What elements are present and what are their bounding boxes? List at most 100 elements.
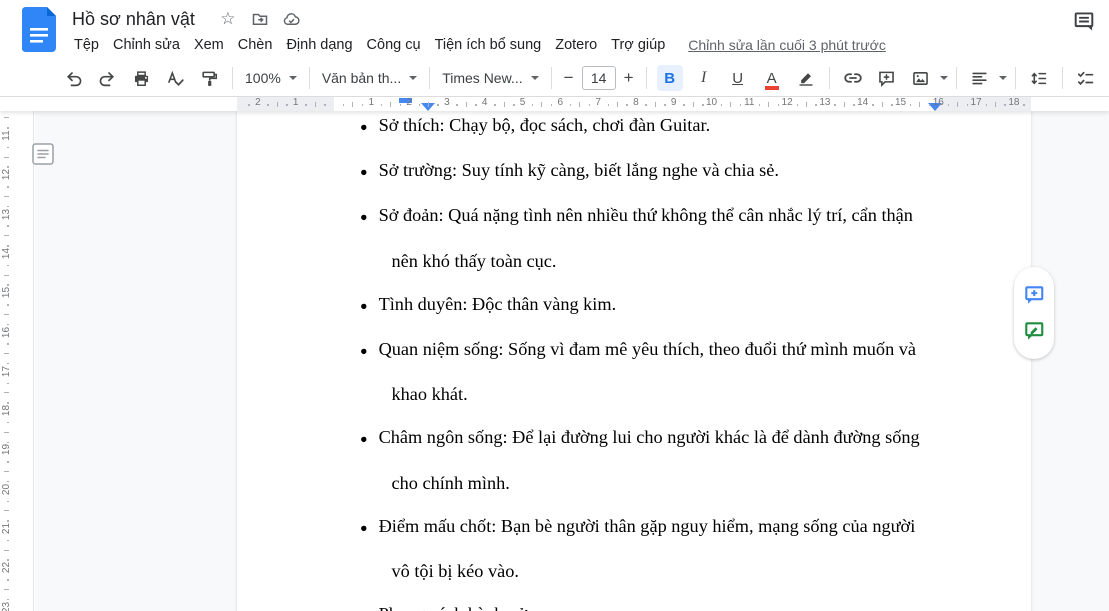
ruler-tick — [7, 166, 9, 168]
ruler-tick — [608, 104, 610, 106]
ruler-tick — [683, 104, 685, 106]
doc-line[interactable]: ●Tình duyên: Độc thân vàng kim. — [333, 283, 991, 328]
ruler-tick — [957, 102, 958, 107]
move-folder-icon[interactable] — [247, 8, 273, 30]
doc-text: Sở thích: Chạy bộ, đọc sách, chơi đàn Gu… — [379, 115, 711, 135]
document-title[interactable]: Hồ sơ nhân vật — [72, 9, 195, 30]
menu-item[interactable]: Xem — [187, 35, 231, 55]
ruler-number: 15 — [895, 97, 907, 108]
ruler-tick — [428, 102, 429, 107]
undo-button[interactable] — [60, 65, 86, 91]
doc-text: vô tội bị kéo vào. — [392, 561, 519, 581]
doc-line[interactable]: ●Sở trường: Suy tính kỹ càng, biết lắng … — [333, 149, 991, 194]
ruler-tick — [7, 127, 9, 129]
doc-line[interactable]: cho chính mình. — [333, 462, 991, 505]
last-edited-link[interactable]: Chỉnh sửa lần cuối 3 phút trước — [688, 37, 886, 53]
doc-content[interactable]: ● Sở thích: Chạy bộ, đọc sách, chơi đàn G… — [333, 104, 991, 611]
menu-item[interactable]: Tệp — [67, 35, 106, 55]
zoom-select[interactable]: 100% — [239, 67, 303, 89]
cloud-saved-icon[interactable] — [279, 8, 305, 30]
ruler-number: 10 — [706, 97, 718, 108]
spellcheck-button[interactable] — [162, 65, 188, 91]
ruler-tick — [7, 186, 9, 188]
menu-item[interactable]: Công cụ — [360, 35, 428, 55]
ruler-tick — [967, 104, 969, 106]
bullet-icon: ● — [360, 165, 368, 179]
ruler-tick — [456, 104, 458, 106]
ruler-number: 4 — [479, 97, 491, 108]
ruler-tick — [806, 102, 807, 107]
ruler-number: 1 — [365, 97, 377, 108]
google-docs-logo-icon[interactable] — [22, 7, 56, 53]
bullet-icon: ● — [360, 344, 368, 358]
google-docs-window: Hồ sơ nhân vật ☆ TệpChỉnh sửaXemChènĐịnh… — [0, 0, 1109, 611]
ruler-number: 11 — [743, 97, 755, 108]
align-dropdown[interactable] — [999, 76, 1007, 80]
ruler-tick — [778, 104, 780, 106]
ruler-tick — [4, 392, 9, 393]
paint-format-button[interactable] — [196, 65, 222, 91]
doc-line[interactable]: ●Châm ngôn sống: Để lại đường lui cho ng… — [333, 416, 991, 461]
ruler-tick — [532, 104, 534, 106]
increase-font-size-button[interactable]: + — [618, 68, 640, 88]
doc-line[interactable]: ●Sở đoản: Quá nặng tình nên nhiều thứ kh… — [333, 194, 991, 239]
ruler-tick — [7, 383, 9, 385]
insert-link-button[interactable] — [840, 65, 866, 91]
chevron-down-icon — [289, 76, 297, 80]
menu-item[interactable]: Chỉnh sửa — [106, 35, 187, 55]
suggest-edits-icon[interactable] — [1023, 320, 1045, 342]
doc-line[interactable]: ●Điểm mấu chốt: Bạn bè người thân gặp ng… — [333, 505, 991, 550]
ruler-tick — [891, 104, 893, 106]
doc-line[interactable]: khao khát. — [333, 373, 991, 416]
menu-item[interactable]: Tiện ích bổ sung — [428, 35, 549, 55]
print-button[interactable] — [128, 65, 154, 91]
highlight-color-button[interactable] — [793, 65, 819, 91]
ruler-tick — [7, 245, 9, 247]
doc-line[interactable]: ●Quan niệm sống: Sống vì đam mê yêu thíc… — [333, 328, 991, 373]
ruler-tick — [7, 206, 9, 208]
font-size-input[interactable]: 14 — [582, 66, 616, 90]
doc-line[interactable]: vô tội bị kéo vào. — [333, 550, 991, 593]
ruler-number: 12 — [781, 97, 793, 108]
decrease-font-size-button[interactable]: − — [558, 68, 580, 88]
ruler-tick — [7, 501, 9, 503]
ruler-tick — [844, 102, 845, 107]
line-spacing-button[interactable] — [1026, 65, 1052, 91]
redo-button[interactable] — [94, 65, 120, 91]
menu-item[interactable]: Chèn — [231, 35, 280, 55]
text-color-button[interactable]: A — [759, 65, 785, 91]
ruler-tick — [475, 104, 477, 106]
underline-button[interactable]: U — [725, 65, 751, 91]
bold-button[interactable]: B — [657, 65, 683, 91]
ruler-tick — [343, 104, 345, 106]
ruler-tick — [4, 471, 9, 472]
add-comment-button[interactable] — [874, 65, 900, 91]
insert-image-dropdown[interactable] — [940, 76, 948, 80]
menu-item[interactable]: Định dạng — [279, 35, 359, 55]
font-family-select[interactable]: Times New... — [436, 67, 544, 89]
document-outline-icon[interactable] — [30, 141, 56, 167]
doc-line[interactable]: ●Phong cách hành xử: — [333, 593, 991, 611]
ruler-number: 7 — [592, 97, 604, 108]
ruler-tick — [948, 104, 950, 106]
ruler-tick — [693, 102, 694, 107]
open-comments-icon[interactable] — [1071, 8, 1097, 34]
insert-image-button[interactable] — [908, 65, 934, 91]
doc-text: Điểm mấu chốt: Bạn bè người thân gặp ngu… — [379, 516, 916, 536]
toolbar-separator — [1062, 67, 1063, 89]
ruler-tick — [7, 481, 9, 483]
doc-line[interactable]: nên khó thấy toàn cục. — [333, 240, 991, 283]
paragraph-style-select[interactable]: Văn bản th... — [316, 67, 423, 89]
menu-item[interactable]: Trợ giúp — [604, 35, 672, 55]
toolbar: 100% Văn bản th... Times New... − 14 + B… — [0, 60, 1109, 97]
star-icon[interactable]: ☆ — [215, 8, 241, 30]
italic-button[interactable]: I — [691, 65, 717, 91]
align-button[interactable] — [967, 65, 993, 91]
checklist-button[interactable] — [1073, 65, 1099, 91]
doc-text: cho chính mình. — [392, 473, 510, 493]
add-comment-float-icon[interactable] — [1023, 284, 1045, 306]
toolbar-separator — [646, 67, 647, 89]
menu-bar: TệpChỉnh sửaXemChènĐịnh dạngCông cụTiện … — [67, 35, 672, 55]
menu-item[interactable]: Zotero — [548, 35, 604, 55]
document-page[interactable]: ● Sở thích: Chạy bộ, đọc sách, chơi đàn G… — [237, 111, 1031, 611]
